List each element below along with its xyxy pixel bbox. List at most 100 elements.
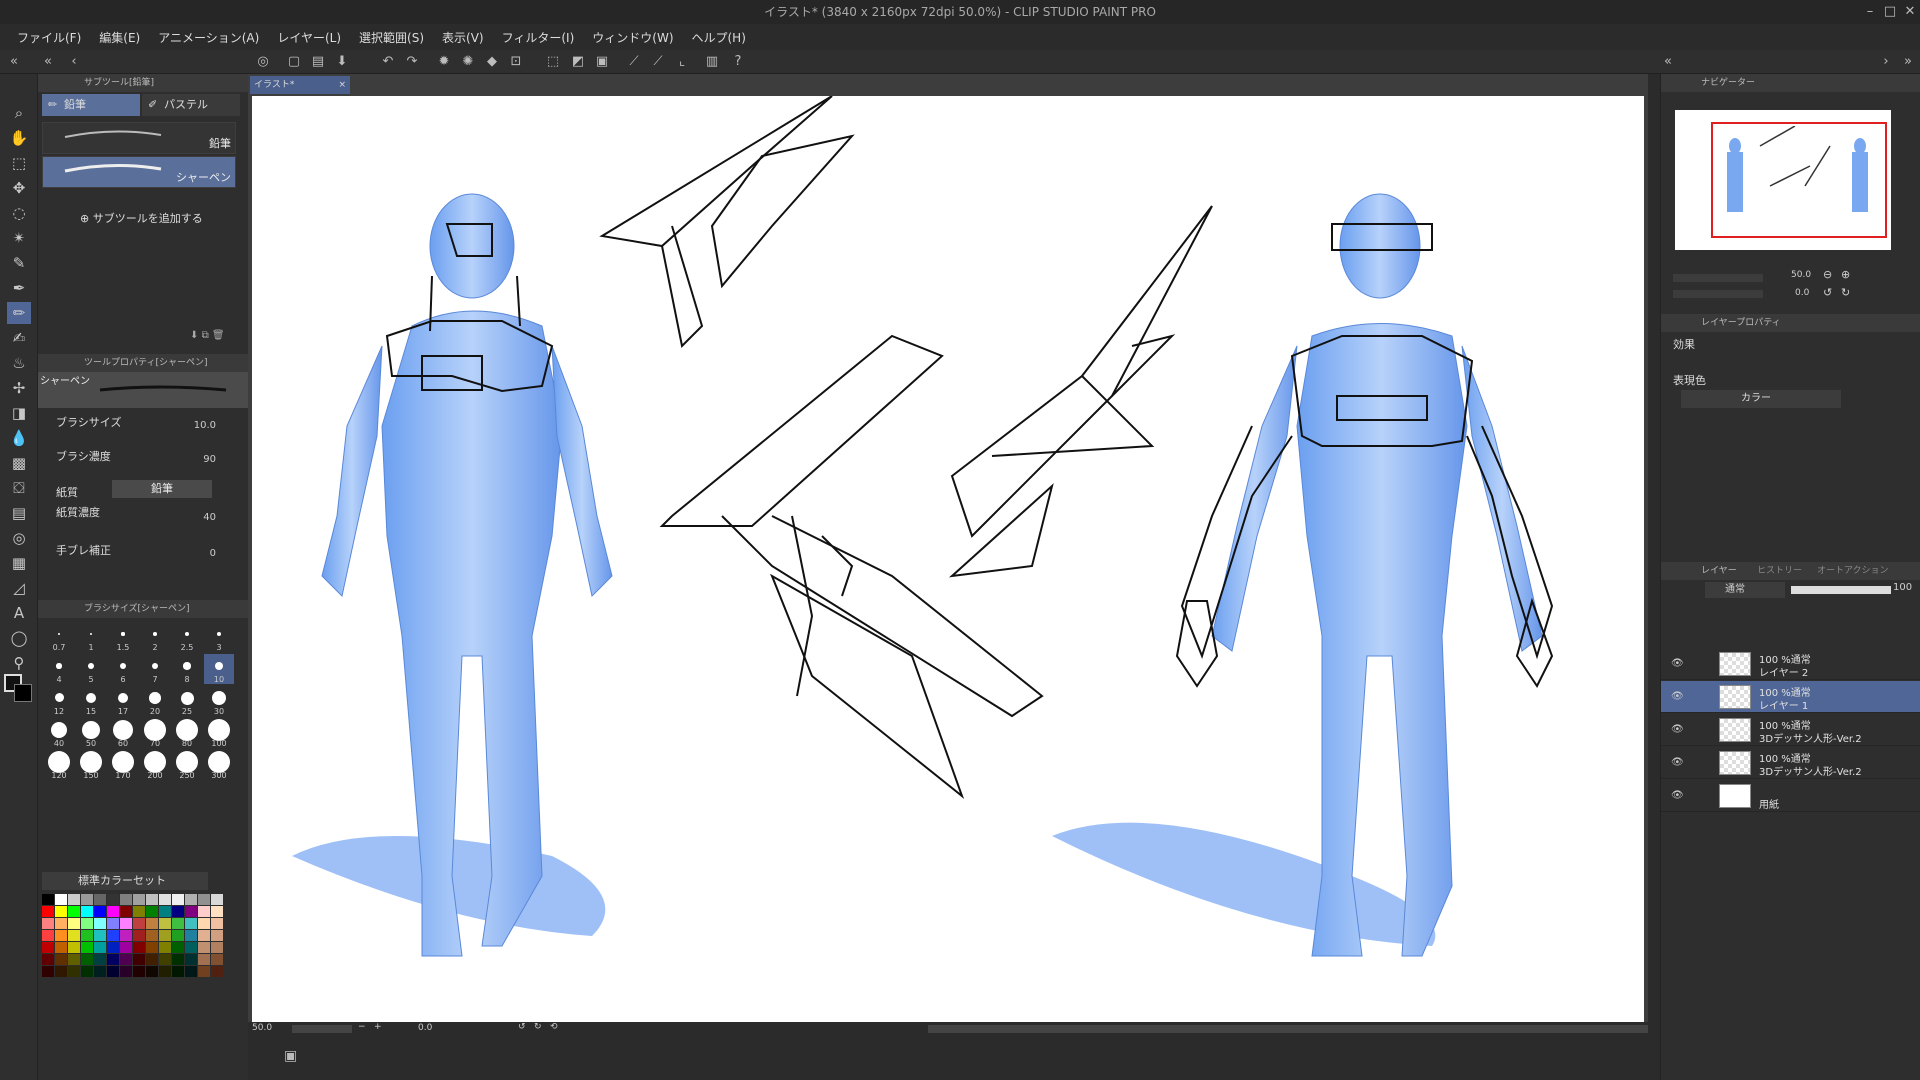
brush-size-cell[interactable]: 2.5 [172, 622, 202, 652]
document-tab[interactable]: イラスト* × [250, 76, 350, 94]
nav-rotate-left-icon[interactable]: ↺ [1823, 286, 1832, 299]
opacity-slider[interactable] [1791, 586, 1891, 594]
eye-icon[interactable]: 👁 [1671, 691, 1684, 702]
color-swatch[interactable] [185, 918, 197, 929]
color-swatch[interactable] [120, 918, 132, 929]
color-swatch[interactable] [211, 966, 223, 977]
layer-row[interactable]: 👁 100 %通常 レイヤー 1 [1661, 681, 1920, 713]
invert-selection-icon[interactable]: ◩ [570, 54, 586, 70]
snap-ruler-icon[interactable]: ⟋ [626, 54, 642, 70]
color-swatch[interactable] [198, 966, 210, 977]
color-swatch[interactable] [107, 954, 119, 965]
color-swatch[interactable] [42, 954, 54, 965]
brush-size-cell[interactable]: 60 [108, 718, 138, 748]
deselect-icon[interactable]: ⬚ [545, 54, 561, 70]
color-swatch[interactable] [198, 930, 210, 941]
balloon-icon[interactable]: ◯ [7, 627, 31, 649]
color-swatch[interactable] [159, 954, 171, 965]
color-swatch[interactable] [94, 930, 106, 941]
color-swatch[interactable] [185, 954, 197, 965]
brush-size-cell[interactable]: 2 [140, 622, 170, 652]
color-swatch[interactable] [211, 906, 223, 917]
blend-mode-select[interactable]: 通常 [1705, 582, 1785, 598]
color-swatch[interactable] [107, 966, 119, 977]
nav-rotate-right-icon[interactable]: ↻ [1841, 286, 1850, 299]
brush-size-cell[interactable]: 4 [44, 654, 74, 684]
trash-icon[interactable]: 🗑 [212, 330, 225, 341]
color-swatch[interactable] [159, 894, 171, 905]
color-swatch[interactable] [159, 942, 171, 953]
nav-zoom-in-icon[interactable]: ⊕ [1841, 268, 1850, 281]
decoration-icon[interactable]: ✢ [7, 377, 31, 399]
color-swatch[interactable] [55, 906, 67, 917]
tab-auto-action[interactable]: オートアクション [1817, 562, 1889, 580]
zoom-value[interactable]: 50.0 [252, 1023, 272, 1033]
color-swatch[interactable] [42, 906, 54, 917]
menu-file[interactable]: ファイル(F) [8, 29, 90, 46]
hand-icon[interactable]: ✋ [7, 127, 31, 149]
color-swatch[interactable] [68, 954, 80, 965]
color-swatch[interactable] [198, 906, 210, 917]
brush-size-cell[interactable]: 40 [44, 718, 74, 748]
brush-size-cell[interactable]: 30 [204, 686, 234, 716]
close-icon[interactable]: ✕ [1900, 0, 1920, 24]
color-swatch[interactable] [55, 966, 67, 977]
color-swatch[interactable] [133, 918, 145, 929]
navigator-zoom-slider[interactable] [1673, 274, 1763, 282]
eye-icon[interactable]: 👁 [1671, 658, 1684, 669]
tablet-settings-icon[interactable]: ▥ [704, 54, 720, 70]
color-swatch[interactable] [133, 942, 145, 953]
layer-row[interactable]: 👁 100 %通常 3Dデッサン人形-Ver.2 [1661, 747, 1920, 779]
color-swatch[interactable] [133, 954, 145, 965]
transform-icon[interactable]: ⊡ [508, 54, 524, 70]
color-swatch[interactable] [146, 918, 158, 929]
color-swatch[interactable] [172, 954, 184, 965]
brush-size-cell[interactable]: 0.7 [44, 622, 74, 652]
menu-selection[interactable]: 選択範囲(S) [350, 29, 433, 46]
brush-size-cell[interactable]: 8 [172, 654, 202, 684]
color-swatch[interactable] [120, 942, 132, 953]
color-swatch[interactable] [55, 942, 67, 953]
clip-studio-icon[interactable]: ◎ [255, 54, 271, 70]
eye-icon[interactable]: 👁 [1671, 757, 1684, 768]
expand-right-icon[interactable]: › [1878, 54, 1894, 70]
move-layer-icon[interactable]: ✥ [7, 177, 31, 199]
color-swatch[interactable] [159, 918, 171, 929]
collapse-left-icon-2[interactable]: « [40, 54, 56, 70]
brush-size-cell[interactable]: 3 [204, 622, 234, 652]
brush-size-cell[interactable]: 1.5 [108, 622, 138, 652]
zoom-out-icon[interactable]: − [358, 1022, 366, 1032]
load-icon[interactable]: ⬇ [190, 330, 198, 341]
menu-layer[interactable]: レイヤー(L) [268, 29, 350, 46]
color-swatch[interactable] [68, 918, 80, 929]
layer-row[interactable]: 👁 100 %通常 レイヤー 2 [1661, 648, 1920, 680]
layer-row[interactable]: 👁 100 %通常 3Dデッサン人形-Ver.2 [1661, 714, 1920, 746]
color-swatch[interactable] [42, 966, 54, 977]
horizontal-scrollbar[interactable] [928, 1025, 1648, 1033]
sub-color-swatch[interactable] [14, 684, 32, 702]
color-swatch[interactable] [120, 966, 132, 977]
opacity-value[interactable]: 100 [1893, 582, 1912, 593]
color-swatch[interactable] [198, 954, 210, 965]
color-swatch[interactable] [146, 954, 158, 965]
collapse-right-icon[interactable]: « [1660, 54, 1676, 70]
rotate-right-icon[interactable]: ↻ [534, 1022, 542, 1032]
color-swatch[interactable] [81, 894, 93, 905]
airbrush-icon[interactable]: ♨ [7, 352, 31, 374]
color-swatch[interactable] [120, 894, 132, 905]
brush-density-value[interactable]: 90 [203, 454, 216, 465]
frame-border-icon[interactable]: ▦ [7, 552, 31, 574]
zoom-icon[interactable]: ⌕ [7, 102, 31, 124]
color-swatch[interactable] [146, 894, 158, 905]
color-swatch[interactable] [107, 918, 119, 929]
color-swatch[interactable] [94, 954, 106, 965]
color-swatch[interactable] [68, 966, 80, 977]
brush-size-cell[interactable]: 300 [204, 750, 234, 780]
brush-size-cell[interactable]: 250 [172, 750, 202, 780]
operation-icon[interactable]: ⬚ [7, 152, 31, 174]
color-swatch[interactable] [81, 918, 93, 929]
color-set-select[interactable]: 標準カラーセット [42, 872, 208, 890]
undo-icon[interactable]: ↶ [380, 54, 396, 70]
color-swatch[interactable] [159, 906, 171, 917]
timeline-toggle-icon[interactable]: ▣ [284, 1048, 297, 1064]
